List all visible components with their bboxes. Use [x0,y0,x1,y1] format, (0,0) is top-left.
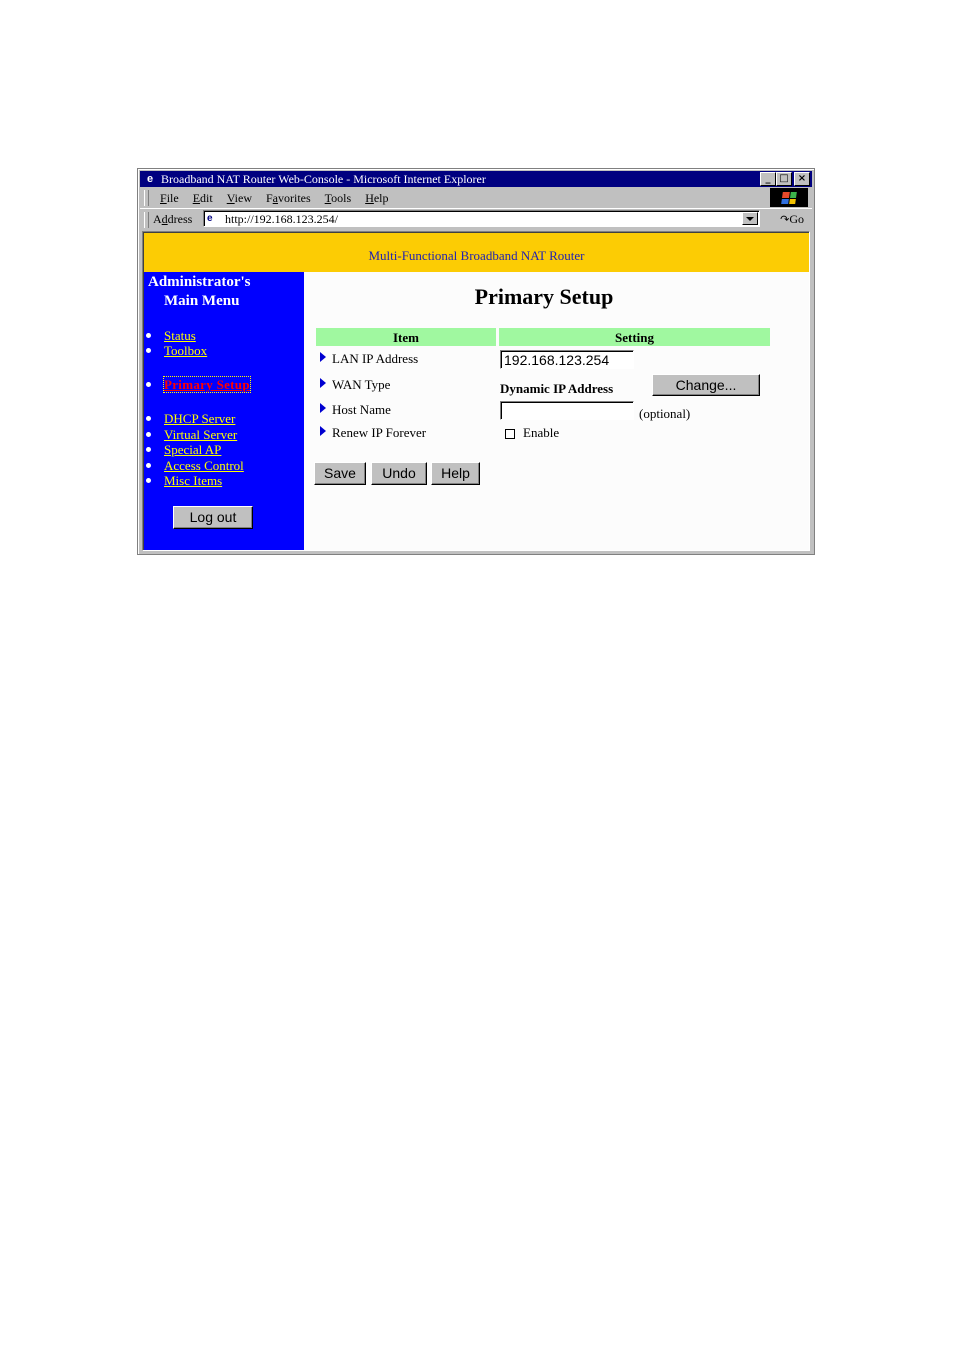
menu-view[interactable]: View [227,188,252,208]
renew-ip-checkbox-label[interactable]: Enable [523,425,559,441]
menu-items: File Edit View Favorites Tools Help [160,188,403,208]
row-label-lan-ip: LAN IP Address [320,351,418,367]
window-controls: _ □ × [760,172,810,186]
lan-ip-input[interactable] [500,350,634,369]
wan-type-value: Dynamic IP Address [500,381,614,396]
windows-throbber-icon [770,188,808,207]
bullet-icon [146,447,151,452]
change-wan-type-button[interactable]: Change... [652,374,760,396]
minimize-button[interactable]: _ [760,172,776,186]
column-header-setting: Setting [499,328,770,346]
menu-help[interactable]: Help [365,188,388,208]
go-label: Go [789,212,804,226]
admin-sidebar: Administrator's Main Menu Status Toolbox… [144,272,304,550]
triangle-right-icon [320,426,326,436]
menu-tools[interactable]: Tools [325,188,352,208]
address-url[interactable]: http://192.168.123.254/ [225,209,338,229]
triangle-right-icon [320,352,326,362]
toolbar-grip[interactable] [144,190,149,206]
help-button[interactable]: Help [431,462,480,485]
triangle-right-icon [320,403,326,413]
toolbar-grip[interactable] [144,212,149,228]
browser-window: e Broadband NAT Router Web-Console - Mic… [137,168,815,555]
sidebar-link-toolbox[interactable]: Toolbox [164,343,207,358]
address-dropdown-button[interactable] [742,212,758,225]
menu-bar: File Edit View Favorites Tools Help [140,188,812,208]
router-banner: Multi-Functional Broadband NAT Router [144,233,809,272]
go-button[interactable]: ↷Go [780,209,804,230]
bullet-icon [146,463,151,468]
address-input[interactable]: e http://192.168.123.254/ [203,210,760,227]
page-icon: e [207,213,213,224]
renew-ip-checkbox[interactable] [505,429,515,439]
sidebar-title-line2: Main Menu [164,293,240,309]
undo-button[interactable]: Undo [371,462,427,485]
ie-logo-icon: e [146,173,154,185]
host-name-input[interactable] [500,401,634,420]
sidebar-link-misc-items[interactable]: Misc Items [164,473,222,488]
sidebar-link-special-ap[interactable]: Special AP [164,442,221,457]
address-label: Address [153,212,193,226]
bullet-icon [146,416,151,421]
row-label-renew-ip: Renew IP Forever [320,425,426,441]
sidebar-link-access-control[interactable]: Access Control [164,458,244,473]
bullet-icon [146,478,151,483]
sidebar-title-line1: Administrator's [148,274,251,290]
save-button[interactable]: Save [314,462,366,485]
bullet-icon [146,432,151,437]
sidebar-link-status[interactable]: Status [164,328,196,343]
row-label-wan-type: WAN Type [320,377,390,393]
page-title: Primary Setup [474,284,614,309]
sidebar-link-dhcp-server[interactable]: DHCP Server [164,411,235,426]
sidebar-title: Administrator's Main Menu [148,273,251,311]
title-bar: e Broadband NAT Router Web-Console - Mic… [140,171,812,187]
column-header-item: Item [316,328,496,346]
bullet-icon [146,382,151,387]
row-label-host-name: Host Name [320,402,391,418]
main-content: Primary Setup Item Setting LAN IP Addres… [304,272,809,550]
address-bar: Address e http://192.168.123.254/ ↷Go [140,208,812,231]
triangle-right-icon [320,378,326,388]
menu-file[interactable]: File [160,188,179,208]
logout-button[interactable]: Log out [173,506,253,529]
menu-favorites[interactable]: Favorites [266,188,311,208]
host-name-hint: (optional) [639,406,691,421]
bullet-icon [146,333,151,338]
sidebar-link-primary-setup[interactable]: Primary Setup [163,376,251,393]
go-arrow-icon: ↷ [780,213,790,226]
bullet-icon [146,348,151,353]
menu-edit[interactable]: Edit [193,188,213,208]
window-title: Broadband NAT Router Web-Console - Micro… [161,172,486,186]
maximize-button[interactable]: □ [776,172,792,186]
page-viewport: Multi-Functional Broadband NAT Router Ad… [142,231,810,551]
sidebar-link-virtual-server[interactable]: Virtual Server [164,427,237,442]
close-button[interactable]: × [794,172,810,186]
